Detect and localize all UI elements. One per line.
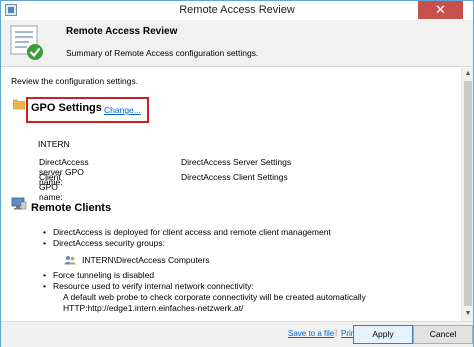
apply-button[interactable]: Apply xyxy=(353,325,413,344)
scroll-thumb[interactable] xyxy=(464,81,472,306)
scroll-up-arrow-icon[interactable]: ▲ xyxy=(462,68,474,80)
probe-description: A default web probe to check corporate c… xyxy=(63,292,366,302)
header-subtitle: Summary of Remote Access configuration s… xyxy=(66,48,259,58)
list-item: DirectAccess is deployed for client acce… xyxy=(43,227,331,237)
security-group-entry: INTERN\DirectAccess Computers xyxy=(82,255,210,265)
remote-clients-heading: Remote Clients xyxy=(31,202,112,214)
gpo-domain: INTERN xyxy=(38,139,70,149)
cancel-button[interactable]: Cancel xyxy=(413,325,473,344)
save-to-file-link[interactable]: Save to a file xyxy=(288,329,334,338)
list-item: Resource used to verify internal network… xyxy=(43,281,254,291)
wizard-footer: Save to a file | Print Apply Cancel xyxy=(1,321,473,347)
client-gpo-value: DirectAccess Client Settings xyxy=(181,172,288,182)
remote-access-review-window: Remote Access Review ✕ Remote Access Rev… xyxy=(0,0,474,347)
list-item: DirectAccess security groups: xyxy=(43,238,165,248)
header-title: Remote Access Review xyxy=(66,26,178,37)
vertical-scrollbar[interactable]: ▲ ▼ xyxy=(461,68,473,321)
window-title: Remote Access Review xyxy=(179,4,295,16)
wizard-header: Remote Access Review Summary of Remote A… xyxy=(1,20,473,67)
intro-text: Review the configuration settings. xyxy=(11,76,139,86)
gpo-settings-heading: GPO Settings xyxy=(31,102,102,114)
title-bar[interactable]: Remote Access Review ✕ xyxy=(1,1,473,20)
link-separator: | xyxy=(335,328,338,337)
review-content: Review the configuration settings. GPO S… xyxy=(1,68,461,321)
client-gpo-label: Client GPO name: xyxy=(39,172,63,202)
review-checklist-icon xyxy=(10,25,43,60)
list-item: Force tunneling is disabled xyxy=(43,270,154,280)
probe-url: HTTP:http://edge1.intern.einfaches-netzw… xyxy=(63,303,244,313)
computer-icon xyxy=(11,197,27,210)
server-gpo-value: DirectAccess Server Settings xyxy=(181,157,292,167)
close-button[interactable]: ✕ xyxy=(418,1,463,19)
user-group-icon xyxy=(64,256,76,265)
scroll-down-arrow-icon[interactable]: ▼ xyxy=(462,308,474,320)
change-gpo-link[interactable]: Change... xyxy=(104,105,141,115)
folder-icon xyxy=(13,99,25,110)
